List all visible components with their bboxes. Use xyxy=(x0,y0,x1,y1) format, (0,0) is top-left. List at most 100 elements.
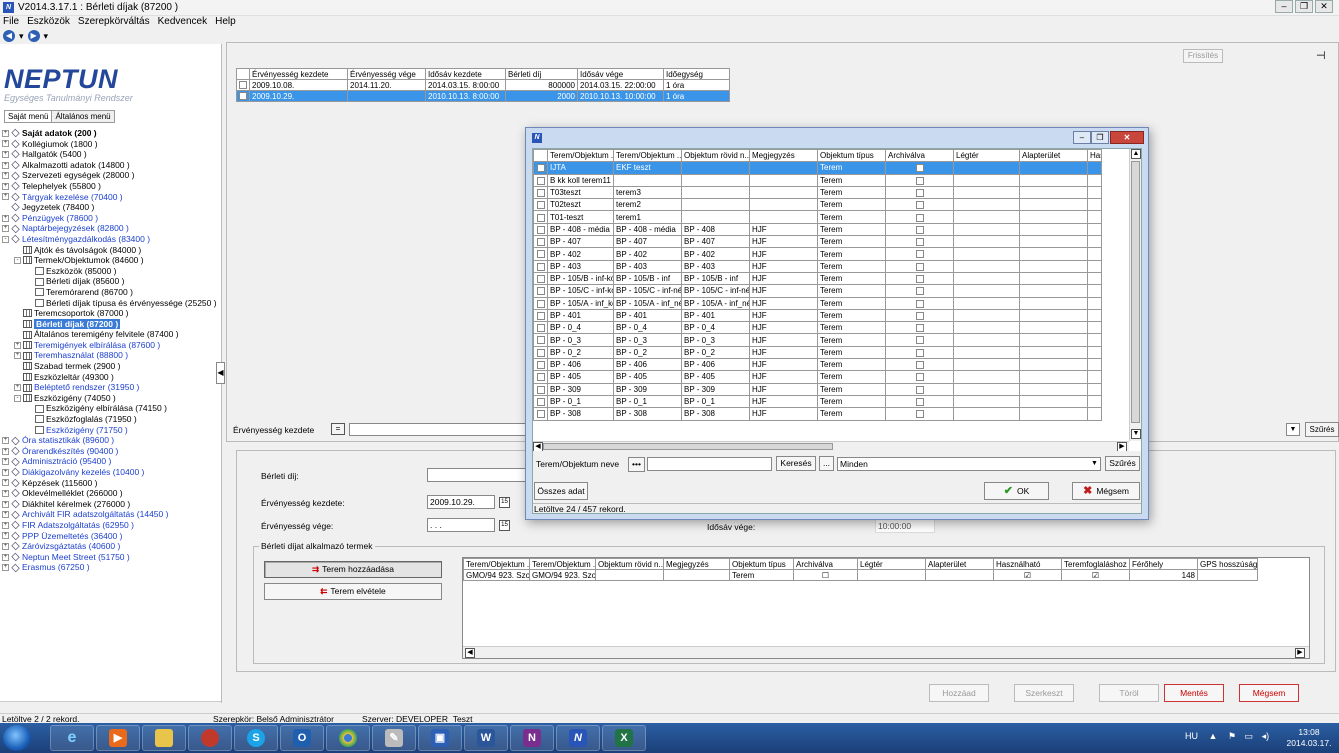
calendar-icon[interactable]: 15 xyxy=(499,497,510,508)
table-row[interactable]: BP - 105/B - inf-kód BP - 105/B - inf BP -… xyxy=(533,271,1102,286)
archived-checkbox[interactable] xyxy=(915,262,924,271)
dots-button[interactable]: ... xyxy=(819,456,834,471)
menu-eszkozok[interactable]: Eszközök xyxy=(27,16,70,29)
archived-checkbox[interactable] xyxy=(915,348,924,357)
tree-item[interactable]: + Adminisztráció (95400 ) xyxy=(2,456,220,467)
row-checkbox[interactable] xyxy=(536,373,545,382)
tree-item[interactable]: Eszközigény (71750 ) xyxy=(2,425,220,436)
row-checkbox[interactable] xyxy=(239,81,247,90)
menu-file[interactable]: File xyxy=(3,16,19,29)
table-row[interactable]: BP - 309 BP - 309 BP - 309 HJF Terem xyxy=(533,382,1102,396)
table-row[interactable]: BP - 402 BP - 402 BP - 402 HJF Terem xyxy=(533,247,1102,261)
skype-icon[interactable]: S xyxy=(234,725,278,751)
archived-checkbox[interactable] xyxy=(915,397,924,406)
tree-item[interactable]: + Telephelyek (55800 ) xyxy=(2,181,220,192)
tree-item[interactable]: + Teremhasználat (88800 ) xyxy=(2,350,220,361)
add-room-button[interactable]: ⇉ Terem hozzáadása xyxy=(264,561,442,578)
tree-item[interactable]: + Alkalmazotti adatok (14800 ) xyxy=(2,160,220,171)
table-row[interactable]: T01-teszt terem1 Terem xyxy=(533,210,1102,224)
media-player-icon[interactable]: ▶ xyxy=(96,725,140,751)
tree-item[interactable]: + Diákhitel kérelmek (276000 ) xyxy=(2,499,220,510)
tree-item[interactable]: + Oklevélmelléklet (266000 ) xyxy=(2,488,220,499)
column-header[interactable]: Használható xyxy=(993,558,1062,570)
column-header[interactable]: Teremfoglaláshoz xyxy=(1061,558,1130,570)
expand-icon[interactable]: + xyxy=(2,172,9,180)
tree-item[interactable]: + Neptun Meet Street (51750 ) xyxy=(2,552,220,563)
expand-icon[interactable]: + xyxy=(2,468,9,476)
tree-item[interactable]: - Termek/Objektumok (84600 ) xyxy=(2,255,220,266)
filter-button[interactable]: Szűrés xyxy=(1305,422,1339,437)
hozzaad-button[interactable]: Hozzáad xyxy=(929,684,989,702)
table-row[interactable]: BP - 308 BP - 308 BP - 308 HJF Terem xyxy=(533,407,1102,421)
table-row[interactable]: T03teszt terem3 Terem xyxy=(533,185,1102,200)
column-header[interactable]: Férőhely xyxy=(1129,558,1198,570)
expand-icon[interactable]: + xyxy=(14,352,21,360)
save-disk-icon[interactable]: ▣ xyxy=(418,725,462,751)
row-checkbox[interactable] xyxy=(239,92,247,101)
expand-icon[interactable]: + xyxy=(2,225,9,233)
dialog-filter-button[interactable]: Szűrés xyxy=(1105,456,1140,471)
pin-icon[interactable]: ⊣ xyxy=(1316,49,1326,62)
column-header[interactable]: Megjegyzés xyxy=(663,558,730,570)
tree-item[interactable]: Eszközfoglalás (71950 ) xyxy=(2,414,220,425)
rooms-vscrollbar[interactable]: ▲ ▼ xyxy=(1129,149,1141,441)
explorer-folder-icon[interactable] xyxy=(142,725,186,751)
expand-icon[interactable]: + xyxy=(2,511,9,519)
neptun-task-icon[interactable]: N xyxy=(556,725,600,751)
column-header[interactable]: Idősáv vége xyxy=(577,68,664,80)
paint-icon[interactable] xyxy=(188,725,232,751)
tree-item[interactable]: + FIR Adatszolgáltatás (62950 ) xyxy=(2,520,220,531)
filter-input[interactable] xyxy=(349,423,529,436)
chevron-down-icon[interactable]: ▼ xyxy=(1089,459,1100,470)
column-header[interactable]: Terem/Objektum ... xyxy=(547,149,614,163)
tree-item[interactable]: Ajtók és távolságok (84000 ) xyxy=(2,245,220,256)
left-hscrollbar[interactable] xyxy=(0,701,221,703)
mentes-button[interactable]: Mentés xyxy=(1164,684,1224,702)
network-icon[interactable]: ▭ xyxy=(1245,731,1254,741)
scroll-right-icon[interactable]: ▶ xyxy=(1117,442,1127,451)
row-checkbox[interactable] xyxy=(536,164,545,173)
back-dropdown-icon[interactable]: ▾ xyxy=(19,31,24,42)
row-checkbox[interactable] xyxy=(536,213,545,222)
chrome-icon[interactable] xyxy=(326,725,370,751)
tree-item[interactable]: + Beléptető rendszer (31950 ) xyxy=(2,382,220,393)
tree-item[interactable]: + Órarendkészítés (90400 ) xyxy=(2,446,220,457)
column-header[interactable]: Időegység xyxy=(663,68,730,80)
column-header[interactable]: Objektum típus xyxy=(817,149,886,163)
filter-select[interactable]: Minden xyxy=(837,457,1101,471)
archived-checkbox[interactable] xyxy=(915,250,924,259)
filter-dropdown-icon[interactable]: ▼ xyxy=(1286,423,1300,436)
collapse-icon[interactable]: - xyxy=(14,256,21,264)
row-checkbox[interactable] xyxy=(536,348,545,357)
expand-icon[interactable]: + xyxy=(2,458,9,466)
torol-button[interactable]: Töröl xyxy=(1099,684,1159,702)
column-header[interactable]: Objektum rövid n... xyxy=(595,558,664,570)
tree-item[interactable]: + Erasmus (67250 ) xyxy=(2,562,220,573)
expand-icon[interactable]: + xyxy=(2,437,9,445)
tree-item[interactable]: + Záróvizsgáztatás (40600 ) xyxy=(2,541,220,552)
tray-chevron-icon[interactable]: ▲ xyxy=(1209,731,1218,741)
table-row[interactable]: IJTA EKF teszt Terem xyxy=(533,161,1102,175)
row-checkbox[interactable] xyxy=(536,397,545,406)
archived-checkbox[interactable] xyxy=(915,361,924,370)
scroll-down-icon[interactable]: ▼ xyxy=(1131,429,1141,439)
table-row[interactable]: BP - 0_4 BP - 0_4 BP - 0_4 HJF Terem xyxy=(533,321,1102,335)
table-row[interactable]: 2009.10.29. 2010.10.13. 8:00:00 2000 2010.1… xyxy=(236,90,730,102)
column-header[interactable]: Terem/Objektum ... xyxy=(613,149,682,163)
expand-icon[interactable]: + xyxy=(2,521,9,529)
search-options-icon[interactable]: ••• xyxy=(628,457,645,472)
expand-icon[interactable]: + xyxy=(2,532,9,540)
dialog-close-button[interactable]: ✕ xyxy=(1110,131,1144,144)
archived-checkbox[interactable] xyxy=(915,176,924,185)
tab-altalanos-menu[interactable]: Általános menü xyxy=(52,110,115,123)
expand-icon[interactable]: + xyxy=(2,214,9,222)
tree-item[interactable]: Bérleti díjak (85600 ) xyxy=(2,276,220,287)
refresh-button[interactable]: Frissítés xyxy=(1183,49,1223,63)
expand-icon[interactable]: + xyxy=(2,150,9,158)
column-header[interactable]: Bérleti díj xyxy=(505,68,578,80)
onenote-icon[interactable]: N xyxy=(510,725,554,751)
ok-button[interactable]: ✔ OK xyxy=(984,482,1049,500)
tree-item[interactable]: - Eszközigény (74050 ) xyxy=(2,393,220,404)
row-checkbox[interactable] xyxy=(536,311,545,320)
menu-kedvencek[interactable]: Kedvencek xyxy=(158,16,207,29)
